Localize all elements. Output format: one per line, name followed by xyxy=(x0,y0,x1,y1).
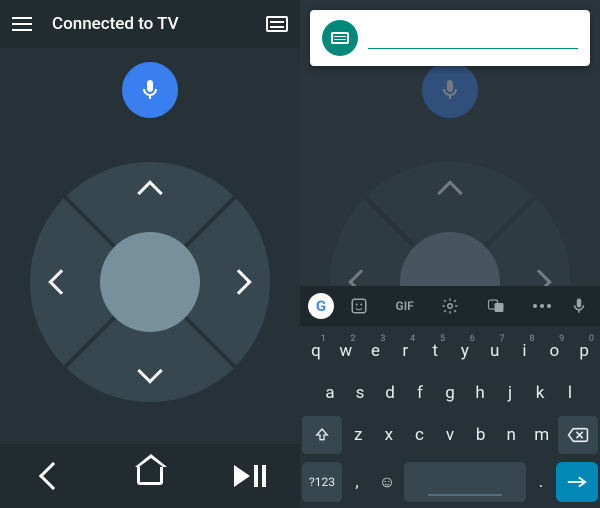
backspace-key[interactable] xyxy=(558,416,598,454)
keyboard-rows: q1w2e3r4t5y6u7i8o9p0 asdfghjkl zxcvbnm xyxy=(300,326,600,462)
bottom-nav-bar xyxy=(0,444,300,508)
keyboard-mic-button[interactable] xyxy=(567,297,592,315)
keyboard-toolbar: G GIF xyxy=(300,286,600,326)
app-title: Connected to TV xyxy=(52,14,266,34)
key-j[interactable]: j xyxy=(496,374,524,412)
gif-button[interactable]: GIF xyxy=(384,299,426,313)
key-u[interactable]: u7 xyxy=(481,332,509,370)
key-p[interactable]: p0 xyxy=(570,332,598,370)
voice-search-button-dimmed xyxy=(422,62,478,118)
back-button[interactable] xyxy=(37,463,63,489)
key-k[interactable]: k xyxy=(526,374,554,412)
keyboard-row-3: zxcvbnm xyxy=(302,416,598,454)
comma-key[interactable]: , xyxy=(344,462,370,502)
enter-key[interactable] xyxy=(556,462,598,502)
key-d[interactable]: d xyxy=(376,374,404,412)
menu-icon[interactable] xyxy=(12,17,32,31)
period-key[interactable]: . xyxy=(528,462,554,502)
play-pause-button[interactable] xyxy=(237,463,263,489)
key-w[interactable]: w2 xyxy=(332,332,360,370)
key-i[interactable]: i8 xyxy=(511,332,539,370)
keyboard-pane: G GIF q1w2e3r4t5y6u7i8o9p0 asdfghjkl zxc… xyxy=(300,0,600,508)
key-x[interactable]: x xyxy=(375,416,404,454)
key-f[interactable]: f xyxy=(406,374,434,412)
key-q[interactable]: q1 xyxy=(302,332,330,370)
key-e[interactable]: e3 xyxy=(362,332,390,370)
voice-search-button[interactable] xyxy=(122,62,178,118)
key-m[interactable]: m xyxy=(527,416,556,454)
key-b[interactable]: b xyxy=(466,416,495,454)
emoji-key[interactable]: ☺ xyxy=(372,462,402,502)
key-r[interactable]: r4 xyxy=(391,332,419,370)
more-button[interactable] xyxy=(521,304,563,308)
app-top-bar: Connected to TV xyxy=(0,0,300,48)
keyboard-bottom-row: ?123 , ☺ . xyxy=(300,462,600,508)
keyboard-mode-icon xyxy=(322,20,358,56)
key-a[interactable]: a xyxy=(316,374,344,412)
key-v[interactable]: v xyxy=(436,416,465,454)
sticker-button[interactable] xyxy=(338,297,380,315)
text-input-underline xyxy=(368,48,578,49)
keyboard-icon[interactable] xyxy=(266,16,288,32)
pause-icon xyxy=(254,465,266,487)
dpad xyxy=(30,162,270,402)
home-button[interactable] xyxy=(137,463,163,489)
space-key[interactable] xyxy=(404,462,526,502)
settings-button[interactable] xyxy=(430,297,472,315)
key-g[interactable]: g xyxy=(436,374,464,412)
text-input-card[interactable] xyxy=(310,10,590,66)
key-n[interactable]: n xyxy=(497,416,526,454)
key-s[interactable]: s xyxy=(346,374,374,412)
translate-button[interactable] xyxy=(475,297,517,315)
mic-icon xyxy=(138,78,162,102)
dpad-select-button[interactable] xyxy=(100,232,200,332)
key-o[interactable]: o9 xyxy=(540,332,568,370)
key-y[interactable]: y6 xyxy=(451,332,479,370)
google-icon[interactable]: G xyxy=(308,293,334,319)
remote-pane: Connected to TV xyxy=(0,0,300,508)
key-h[interactable]: h xyxy=(466,374,494,412)
key-l[interactable]: l xyxy=(556,374,584,412)
key-c[interactable]: c xyxy=(405,416,434,454)
key-z[interactable]: z xyxy=(344,416,373,454)
shift-key[interactable] xyxy=(302,416,342,454)
mic-icon xyxy=(438,78,462,102)
soft-keyboard: G GIF q1w2e3r4t5y6u7i8o9p0 asdfghjkl zxc… xyxy=(300,286,600,508)
symbols-key[interactable]: ?123 xyxy=(302,462,342,502)
keyboard-row-1: q1w2e3r4t5y6u7i8o9p0 xyxy=(302,332,598,370)
play-icon xyxy=(234,465,250,487)
keyboard-row-2: asdfghjkl xyxy=(302,374,598,412)
key-t[interactable]: t5 xyxy=(421,332,449,370)
